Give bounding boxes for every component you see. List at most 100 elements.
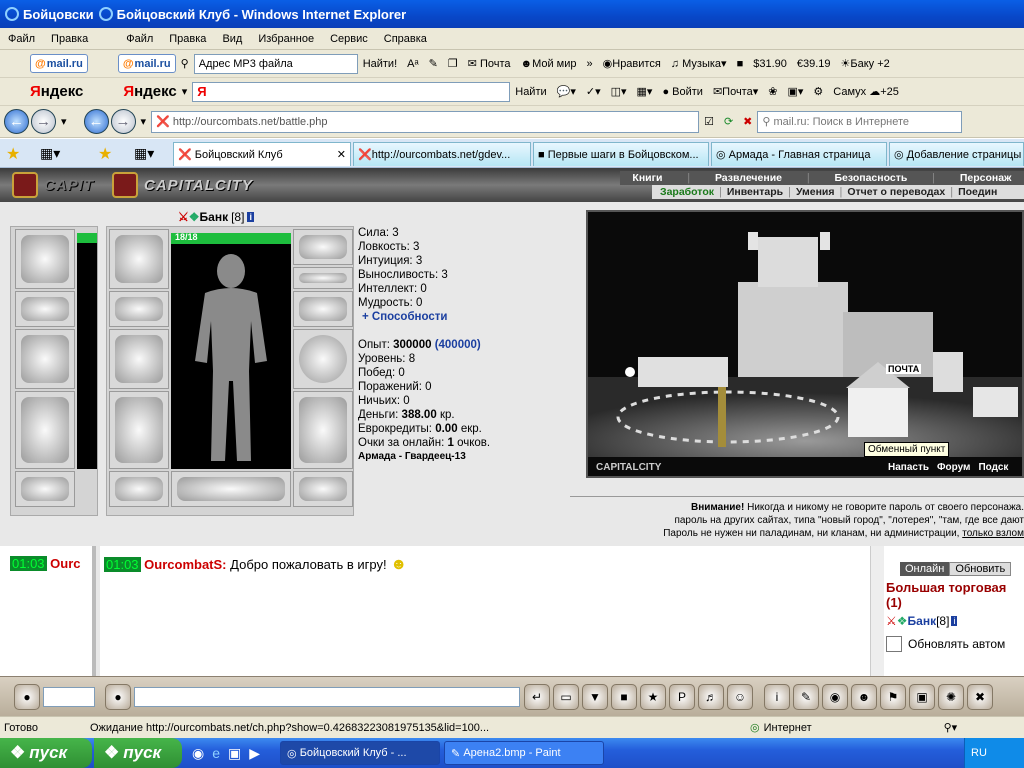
chat-sender[interactable]: OurcombatS: (144, 557, 226, 572)
menu-character[interactable]: Персонаж (960, 172, 1012, 184)
sun-icon[interactable]: ✺ (938, 683, 964, 710)
leggings-slot[interactable] (293, 391, 353, 469)
yandex-find-button[interactable]: Найти (510, 81, 551, 103)
send-icon[interactable]: ↵ (524, 683, 550, 710)
quick-tabs-icon-2[interactable]: ▦▾ (134, 145, 154, 162)
pen-icon[interactable]: ✎ (424, 53, 443, 75)
login-button[interactable]: ● Войти (657, 81, 708, 103)
mp3-find-button[interactable]: Найти! (358, 53, 402, 75)
mailru-logo-button-2[interactable]: @ mail.ru (117, 54, 176, 73)
filter-icon[interactable]: ▼ (582, 683, 608, 710)
cube-icon[interactable]: ▣▾ (782, 81, 808, 103)
menu-skills[interactable]: Умения (796, 186, 835, 198)
quicklaunch-desktop-icon[interactable]: ▣ (228, 745, 241, 762)
like-button[interactable]: ◉ Нравится (598, 53, 666, 75)
menu-file-2[interactable]: Файл (118, 33, 161, 45)
auto-refresh-checkbox[interactable] (886, 636, 902, 652)
history-dropdown-icon[interactable]: ▾ (56, 111, 72, 133)
scroll-icon[interactable]: ✎ (793, 683, 819, 710)
tab-first-steps[interactable]: ■ Первые шаги в Бойцовском... (533, 142, 709, 166)
menu-tools[interactable]: Сервис (322, 33, 376, 45)
shield-slot[interactable] (293, 329, 353, 389)
hack-only-link[interactable]: только взлом (962, 528, 1024, 539)
sound-icon[interactable]: ♬ (698, 683, 724, 710)
menu-edit[interactable]: Правка (43, 33, 96, 45)
info-button-icon[interactable]: i (764, 683, 790, 710)
armor-slot[interactable] (109, 391, 169, 469)
task-paint[interactable]: ✎ Арена2.bmp - Paint (444, 741, 605, 765)
forward-icon-2[interactable]: → (110, 109, 136, 134)
menu-earnings[interactable]: Заработок (660, 186, 714, 198)
tab-gdev[interactable]: ❌ http://ourcombats.net/gdev... (353, 142, 531, 166)
helmet-slot[interactable] (109, 229, 169, 289)
tab-boytsovsky-klub[interactable]: ❌ Бойцовский Клуб ✕ (173, 142, 351, 166)
weather-button[interactable]: ☀ Баку +2 (836, 53, 895, 75)
yandex-search-input[interactable]: Я (192, 81, 511, 102)
start-button[interactable]: ❖ пуск (0, 738, 92, 768)
chat-bubble-icon[interactable]: 💬▾ (552, 81, 581, 103)
mail-button[interactable]: ✉ Почта (463, 53, 516, 75)
save-icon[interactable]: ■ (611, 683, 637, 710)
menu-books[interactable]: Книги (632, 172, 662, 184)
web-search-input[interactable]: ⚲ mail.ru: Поиск в Интернете (757, 110, 963, 133)
chat-mode-icon[interactable]: ● (14, 683, 40, 710)
private-icon[interactable]: P (669, 683, 695, 710)
menu-inventory[interactable]: Инвентарь (727, 186, 783, 198)
eur-rate[interactable]: €39.19 (792, 53, 836, 75)
exit-icon[interactable]: ✖ (967, 683, 993, 710)
more-icon[interactable]: » (582, 53, 598, 75)
chat-mode-icon-2[interactable]: ● (105, 683, 131, 710)
menu-file[interactable]: Файл (0, 33, 43, 45)
my-world-button[interactable]: ☻ Мой мир (516, 53, 582, 75)
gear-icon[interactable]: ⚙ (808, 81, 828, 103)
rings-slot[interactable] (293, 267, 353, 289)
friends-icon[interactable]: ☻ (851, 683, 877, 710)
city-scene[interactable]: ПОЧТА CAPITALCITY Обменный пункт Напасть… (586, 210, 1024, 478)
ghost-chat-input[interactable] (43, 686, 95, 707)
translate-icon[interactable]: ◫▾ (606, 81, 632, 103)
language-indicator[interactable]: RU (971, 747, 987, 759)
favorites-star-icon[interactable]: ★ (6, 144, 20, 164)
abilities-link[interactable]: + Способности (362, 310, 490, 324)
history-dropdown-icon-2[interactable]: ▾ (136, 111, 152, 133)
belt-slot[interactable] (109, 471, 169, 507)
forum-link[interactable]: Форум (937, 462, 970, 473)
favorites-star-icon-2[interactable]: ★ (98, 144, 112, 164)
chat-input[interactable] (134, 686, 520, 707)
chat-scrollbar[interactable] (870, 546, 884, 676)
yandex-logo-2[interactable]: Яндекс (123, 83, 176, 100)
menu-transfers[interactable]: Отчет о переводах (847, 186, 945, 198)
forward-icon[interactable]: → (31, 109, 56, 134)
copy-icon[interactable]: ❐ (443, 53, 463, 75)
quicklaunch-opera-icon[interactable]: ◉ (192, 745, 204, 762)
dropdown-icon[interactable]: ▾ (177, 81, 193, 103)
city-weather[interactable]: Самух ☁ +25 (828, 81, 904, 103)
font-icon[interactable]: Aᵃ (402, 53, 423, 75)
yandex-mail-button[interactable]: ✉ Почта ▾ (708, 81, 763, 103)
refresh-button[interactable]: Обновить (949, 562, 1012, 576)
task-ie[interactable]: ◎ Бойцовский Клуб - ... (280, 741, 441, 765)
inventory-icon[interactable]: ▣ (909, 683, 935, 710)
start-button-2[interactable]: ❖ пуск (94, 738, 182, 768)
gloves-slot[interactable] (293, 291, 353, 327)
address-bar[interactable]: ❌ http://ourcombats.net/battle.php (151, 110, 700, 133)
hints-link[interactable]: Подск (978, 462, 1008, 473)
usd-rate[interactable]: $31.90 (748, 53, 792, 75)
tab-add-page[interactable]: ◎ Добавление страницы (889, 142, 1024, 166)
bag-icon[interactable]: ■ (732, 53, 749, 75)
yandex-logo[interactable]: Яндекс (30, 83, 83, 100)
bracers-slot[interactable] (109, 291, 169, 327)
spellcheck-icon[interactable]: ✓▾ (581, 81, 606, 103)
refresh-icon[interactable]: ⟳ (719, 111, 738, 133)
stop-icon[interactable]: ✖ (738, 111, 757, 133)
smiles-icon[interactable]: ☺ (727, 683, 753, 710)
menu-view[interactable]: Вид (214, 33, 250, 45)
clan-line[interactable]: Армада - Гвардеец-13 (358, 450, 490, 464)
music-button[interactable]: ♫ Музыка ▾ (666, 53, 732, 75)
menu-security[interactable]: Безопасность (834, 172, 907, 184)
mailru-logo-button[interactable]: @ mail.ru (30, 54, 88, 73)
mp3-search-icon[interactable]: ⚲ (176, 53, 194, 75)
info-icon[interactable]: i (247, 212, 254, 222)
mask-icon[interactable]: ◉ (822, 683, 848, 710)
weapon-slot[interactable] (109, 329, 169, 389)
